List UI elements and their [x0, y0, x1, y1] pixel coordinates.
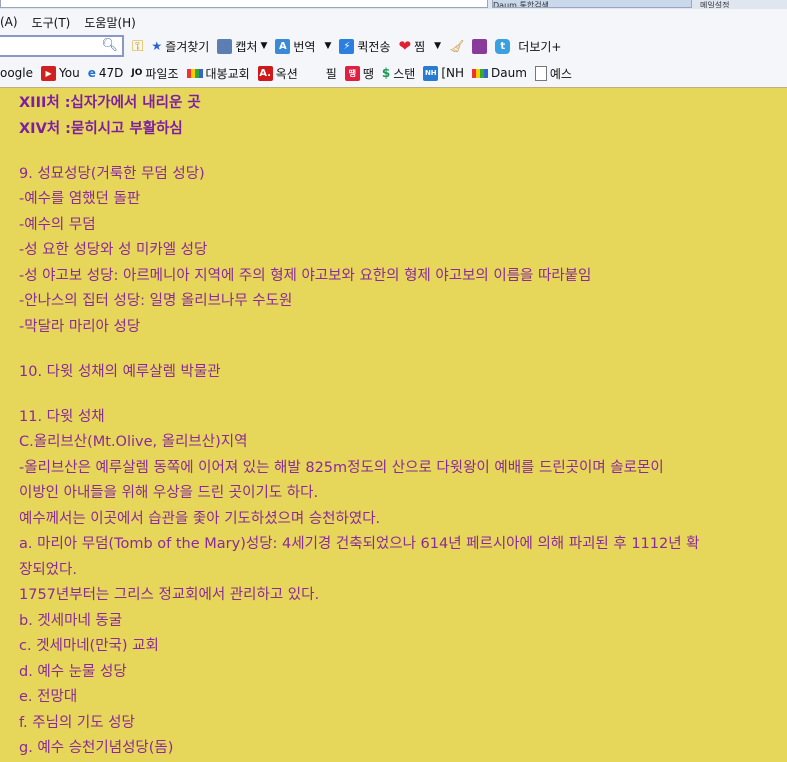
bookmark-label: 예스: [549, 66, 572, 81]
text-line: c. 겟세마네(만국) 교회: [19, 638, 159, 654]
bookmark-google[interactable]: oogle: [0, 66, 33, 80]
heading-line: XIII처 :십자가에서 내리운 곳: [19, 95, 201, 111]
key-icon[interactable]: ⚿: [132, 37, 143, 55]
text-line: f. 주님의 기도 성당: [19, 714, 135, 731]
text-line: -막달라 마리아 성당: [19, 318, 141, 335]
text-line: -올리브산은 예루살렘 동쪽에 이어져 있는 해발 825m정도의 산으로 다윗…: [19, 459, 664, 476]
quick-send-icon: ⚡︎: [339, 38, 355, 54]
bookmark-label: 대봉교회: [205, 66, 250, 81]
section-10: 10. 다윗 성채의 예루살렘 박물관: [19, 360, 787, 386]
auction-icon: A.: [257, 65, 273, 81]
bookmark-label: 땡: [362, 66, 374, 81]
text-line: b. 겟세마네 동굴: [19, 612, 123, 629]
star-icon: ★: [151, 39, 163, 53]
translate-button[interactable]: A 번역 ▼: [275, 38, 331, 55]
bookmark-stan[interactable]: $ 스탠: [382, 65, 415, 82]
bookmark-church[interactable]: 대봉교회: [186, 65, 250, 82]
broom-icon[interactable]: 🧹︎: [449, 39, 464, 53]
section-9: 9. 성묘성당(거룩한 무덤 성당) -예수를 염했던 돌판 -예수의 무덤 -성 요…: [19, 162, 787, 341]
bookmark-label: 필: [325, 66, 337, 81]
browser-tab[interactable]: 메일설정: [700, 0, 787, 8]
bookmark-label: Daum: [491, 66, 527, 80]
favorites-button[interactable]: ★ 즐겨찾기: [151, 38, 209, 55]
bookmark-pil[interactable]: 필: [326, 65, 337, 82]
capture-label: 캡처: [235, 39, 258, 54]
bookmarks-bar: oogle ▶ You e 47D JO 파일조 대봉교회 A. 옥션 필 땡땡 $ 스탠…: [0, 62, 580, 84]
text-line: g. 예수 승천기념성당(돔): [19, 740, 174, 756]
daum-icon: [186, 68, 203, 78]
search-icon[interactable]: 🔍︎: [101, 38, 118, 53]
text-line: 이방인 아내들을 위해 우상을 드린 곳이기도 하다.: [19, 485, 319, 501]
toolbar: 🔍︎ ⚿ ★ 즐겨찾기 캡처 ▼ A 번역 ▼ ⚡︎ 퀵전송 ❤ 찜 ▼ 🧹︎ t 더보기+: [0, 35, 561, 57]
heart-label: 찜: [414, 39, 426, 54]
book-icon[interactable]: [472, 38, 488, 54]
bookmark-heart-button[interactable]: ❤ 찜 ▼: [399, 37, 442, 55]
translate-label: 번역: [293, 39, 316, 54]
ie-icon: e: [87, 66, 96, 80]
bookmark-auction[interactable]: A. 옥션: [257, 65, 298, 82]
bookmark-daum[interactable]: Daum: [472, 66, 527, 80]
bookmark-label: You: [59, 66, 80, 80]
quick-send-button[interactable]: ⚡︎ 퀵전송: [339, 38, 391, 55]
title-strip: Daum 통합검색 메일설정: [0, 0, 787, 9]
address-bar[interactable]: [0, 0, 488, 8]
heart-icon: ❤: [398, 37, 412, 55]
bookmark-label: 47D: [98, 66, 124, 80]
menu-bar: (A) 도구(T) 도움말(H): [0, 12, 136, 32]
text-line: 1757년부터는 그리스 정교회에서 관리하고 있다.: [19, 587, 320, 603]
bookmark-label: 파일조: [145, 66, 179, 81]
ttaeng-icon: 땡: [344, 65, 360, 81]
text-line: -예수의 무덤: [19, 216, 96, 233]
dropdown-arrow-icon[interactable]: ▼: [434, 41, 441, 51]
capture-button[interactable]: 캡처 ▼: [217, 38, 267, 55]
menu-item[interactable]: (A): [0, 15, 18, 29]
bookmark-47d[interactable]: e 47D: [88, 66, 124, 80]
dropdown-arrow-icon[interactable]: ▼: [324, 41, 331, 51]
text-line: 예수께서는 이곳에서 습관을 좇아 기도하셨으며 승천하였다.: [19, 510, 381, 527]
bookmark-label: 스탠: [393, 66, 416, 81]
more-button[interactable]: 더보기+: [518, 38, 561, 55]
text-line: -예수를 염했던 돌판: [19, 191, 141, 207]
text-line: C.올리브산(Mt.Olive, 올리브산)지역: [19, 434, 248, 450]
bookmark-label: oogle: [0, 66, 34, 80]
bookmark-ttaeng[interactable]: 땡땡: [344, 65, 374, 82]
menu-item-help[interactable]: 도움말(H): [84, 14, 136, 31]
text-line: e. 전망대: [19, 689, 78, 705]
text-line: 11. 다윗 성채: [19, 408, 105, 425]
browser-chrome: Daum 통합검색 메일설정 (A) 도구(T) 도움말(H) 🔍︎ ⚿ ★ 즐겨…: [0, 0, 787, 88]
stan-icon: $: [381, 66, 391, 80]
bookmark-youtube[interactable]: ▶ You: [41, 65, 80, 81]
bookmark-nh[interactable]: NH [NH: [423, 65, 464, 81]
favorites-label: 즐겨찾기: [165, 39, 210, 54]
bookmark-label: 옥션: [275, 66, 298, 81]
menu-item-tools[interactable]: 도구(T): [32, 14, 71, 31]
text-line: -성 요한 성당와 성 미카엘 성당: [19, 242, 208, 258]
text-line: -안나스의 집터 성당: 일명 올리브나무 수도원: [19, 293, 293, 309]
bookmark-label: [NH: [441, 66, 464, 80]
bookmark-yes[interactable]: 예스: [534, 65, 572, 82]
file-icon: JO: [131, 68, 143, 78]
quick-send-label: 퀵전송: [357, 39, 391, 54]
text-line: d. 예수 눈물 성당: [19, 663, 127, 680]
text-line: 9. 성묘성당(거룩한 무덤 성당): [19, 165, 205, 182]
text-line: 10. 다윗 성채의 예루살렘 박물관: [19, 363, 221, 380]
section-11: 11. 다윗 성채 C.올리브산(Mt.Olive, 올리브산)지역 -올리브산은 …: [19, 405, 787, 762]
search-input[interactable]: 🔍︎: [0, 35, 124, 57]
twitter-icon[interactable]: t: [495, 38, 511, 54]
dropdown-arrow-icon[interactable]: ▼: [260, 41, 267, 51]
nh-icon: NH: [423, 65, 439, 81]
youtube-icon: ▶: [41, 65, 57, 81]
daum-icon: [472, 68, 488, 78]
text-line: -성 야고보 성당: 아르메니아 지역에 주의 형제 야고보와 요한의 형제 야…: [19, 267, 592, 284]
page-content: XIII처 :십자가에서 내리운 곳 XIV처 :묻히시고 부활하심 9. 성묘…: [19, 91, 787, 762]
translate-icon: A: [275, 38, 291, 54]
page-icon: [534, 65, 547, 81]
capture-icon: [217, 38, 233, 54]
browser-tab[interactable]: Daum 통합검색: [492, 0, 692, 8]
text-line: a. 마리아 무덤(Tomb of the Mary)성당: 4세기경 건축되었…: [19, 536, 700, 552]
text-line: 장되었다.: [19, 561, 77, 578]
heading-line: XIV처 :묻히시고 부활하심: [19, 120, 183, 137]
bookmark-file[interactable]: JO 파일조: [131, 65, 178, 82]
